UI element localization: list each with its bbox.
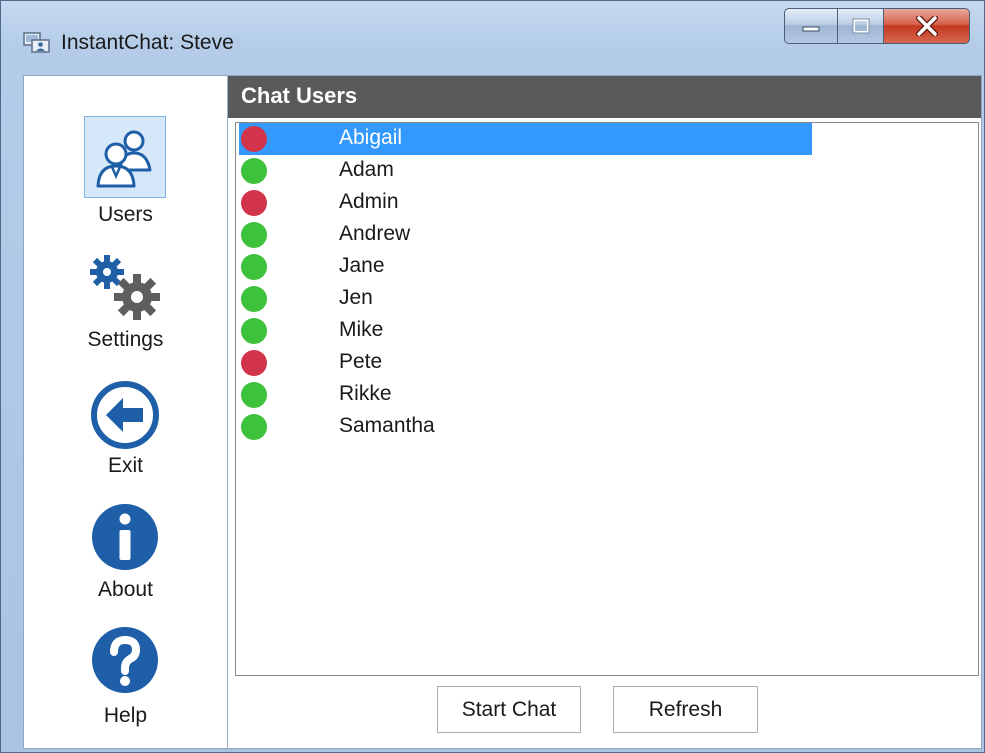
client-area: Users Settings Exit About Help Chat User…	[23, 75, 982, 749]
list-item[interactable]: Adam	[239, 155, 812, 187]
users-icon-box	[84, 116, 166, 198]
title-bar[interactable]: InstantChat: Steve	[1, 1, 984, 73]
sidebar-item-label: About	[98, 578, 153, 601]
status-dot	[241, 318, 267, 344]
gears-icon-box	[84, 246, 166, 328]
user-name: Pete	[339, 350, 383, 373]
panel-title: Chat Users	[228, 76, 981, 118]
sidebar-item-label: Settings	[87, 328, 164, 351]
sidebar-item-settings[interactable]: Settings	[24, 246, 227, 356]
status-dot	[241, 126, 267, 152]
user-name: Admin	[339, 190, 399, 213]
user-list[interactable]: Abigail Adam Admin Andrew Jane Jen Mike …	[235, 122, 979, 676]
status-dot	[241, 158, 267, 184]
sidebar-item-users[interactable]: Users	[24, 116, 227, 238]
window-controls	[784, 8, 970, 44]
maximize-button[interactable]	[838, 8, 884, 44]
exit-icon-box	[84, 374, 166, 456]
sidebar-item-label: Exit	[107, 454, 143, 477]
sidebar-item-exit[interactable]: Exit	[24, 374, 227, 484]
window-title: InstantChat: Steve	[61, 31, 234, 54]
sidebar: Users Settings Exit About Help	[24, 76, 228, 748]
list-item[interactable]: Andrew	[239, 219, 812, 251]
app-window: InstantChat: Steve Users Settings Exit A…	[0, 0, 985, 753]
user-name: Abigail	[339, 126, 403, 149]
gears-icon	[90, 255, 160, 320]
list-item[interactable]: Mike	[239, 315, 812, 347]
sidebar-item-about[interactable]: About	[24, 496, 227, 610]
status-dot	[241, 414, 267, 440]
user-name: Adam	[339, 158, 394, 181]
status-dot	[241, 350, 267, 376]
list-item[interactable]: Jane	[239, 251, 812, 283]
users-icon	[96, 130, 152, 188]
help-icon-box	[84, 619, 166, 701]
user-name: Jen	[339, 286, 373, 309]
user-name: Mike	[339, 318, 384, 341]
refresh-button[interactable]: Refresh	[613, 686, 758, 733]
close-button[interactable]	[884, 8, 970, 44]
chat-app-icon	[23, 32, 50, 53]
list-item[interactable]: Samantha	[239, 411, 812, 443]
maximize-icon	[852, 18, 869, 34]
chat-users-panel: Chat Users Abigail Adam Admin Andrew Jan…	[228, 76, 981, 748]
list-item[interactable]: Jen	[239, 283, 812, 315]
user-name: Jane	[339, 254, 385, 277]
sidebar-item-label: Help	[103, 704, 148, 727]
user-name: Rikke	[339, 382, 392, 405]
minimize-button[interactable]	[784, 8, 838, 44]
info-icon	[92, 504, 158, 570]
status-dot	[241, 222, 267, 248]
status-dot	[241, 286, 267, 312]
sidebar-item-label: Users	[98, 203, 153, 226]
sidebar-item-help[interactable]: Help	[24, 619, 227, 733]
help-icon	[92, 627, 158, 693]
back-arrow-icon	[91, 381, 159, 449]
about-icon-box	[84, 496, 166, 578]
status-dot	[241, 382, 267, 408]
list-item[interactable]: Admin	[239, 187, 812, 219]
minimize-icon	[802, 26, 820, 32]
status-dot	[241, 190, 267, 216]
list-item[interactable]: Rikke	[239, 379, 812, 411]
user-name: Samantha	[339, 414, 435, 437]
list-item[interactable]: Pete	[239, 347, 812, 379]
close-icon	[915, 16, 938, 36]
user-name: Andrew	[339, 222, 411, 245]
start-chat-button[interactable]: Start Chat	[437, 686, 581, 733]
list-item[interactable]: Abigail	[239, 123, 812, 155]
status-dot	[241, 254, 267, 280]
